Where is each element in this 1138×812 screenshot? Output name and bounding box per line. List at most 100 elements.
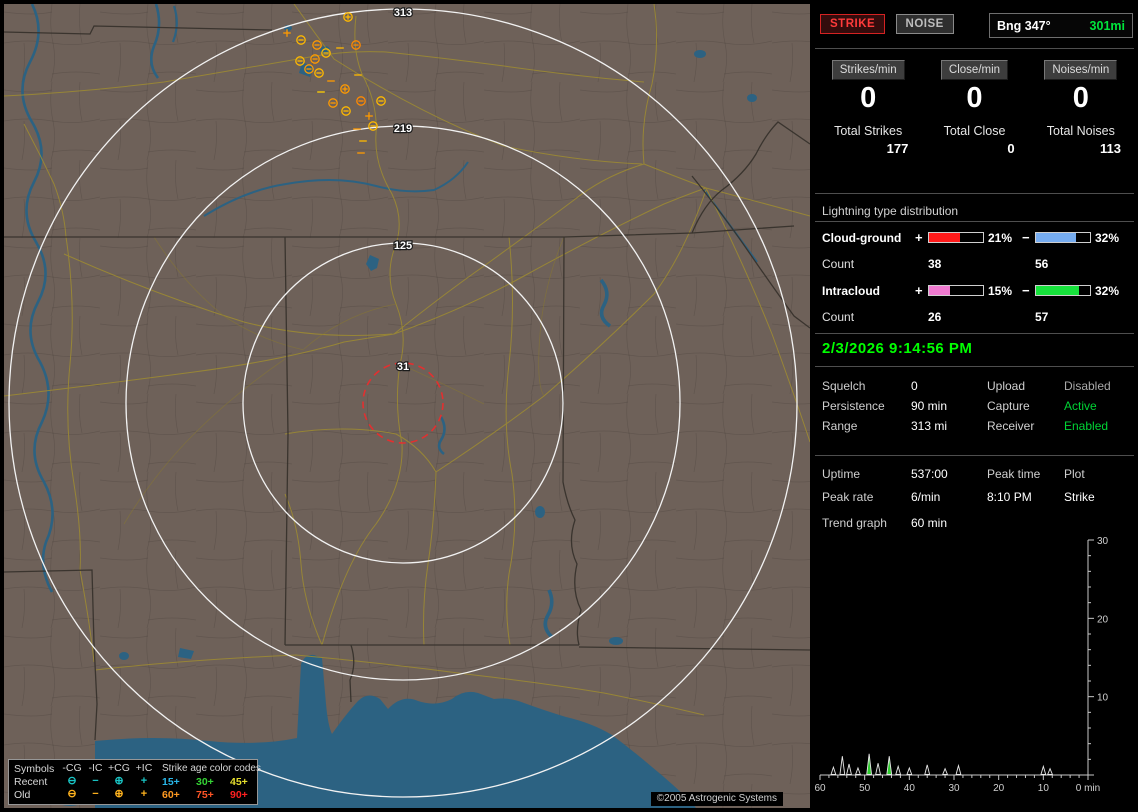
cg-negative-count: 56: [1035, 257, 1049, 271]
capture-label: Capture: [987, 399, 1030, 413]
ic-negative-percent: 32%: [1095, 283, 1120, 298]
radar-map[interactable]: 313 219 125 31 Symbols -CG -IC +CG +IC Stri…: [4, 4, 810, 808]
ic-positive-count: 26: [928, 310, 942, 324]
noises-per-min-value: 0: [1072, 82, 1089, 114]
ic-positive-bar-fill: [929, 286, 950, 295]
plus-sign: +: [915, 230, 923, 245]
legend-age-values: 60+ 75+ 90+: [156, 789, 254, 801]
trend-graph-header: Trend graph 60 min: [822, 516, 1022, 530]
trend-window-value: 60 min: [911, 516, 948, 530]
status-panel: STRIKE NOISE Bng 347° 301mi Strikes/min …: [814, 4, 1134, 808]
trend-x-tick-label: 40: [904, 783, 916, 794]
legend-age-title: Strike age color codes: [162, 763, 261, 774]
ic-positive-percent: 15%: [988, 283, 1013, 298]
cg-positive-bar-fill: [929, 233, 961, 242]
lightning-detector-app: { "header": { "strike_label": "STRIKE", …: [0, 0, 1138, 812]
peak-rate-value: 6/min: [911, 490, 941, 504]
legend-strike-symbol: +: [140, 788, 148, 800]
persistence-label: Persistence: [822, 399, 885, 413]
intracloud-row: Intracloud + 15% − 32%: [822, 278, 1131, 303]
close-per-min-button[interactable]: Close/min: [940, 60, 1009, 80]
total-close-label: Total Close: [943, 124, 1006, 138]
count-label: Count: [822, 257, 855, 271]
trend-spike: [846, 763, 852, 775]
settings-grid: Squelch 0 Upload Disabled Persistence 90…: [822, 376, 1131, 436]
symbol-legend: Symbols -CG -IC +CG +IC Strike age color…: [8, 759, 261, 805]
trend-x-tick-label: 0 min: [1076, 783, 1100, 794]
separator: [815, 221, 1134, 222]
age-code: 45+: [230, 775, 248, 788]
trend-x-tick-label: 50: [859, 783, 871, 794]
cg-negative-bar: [1035, 232, 1091, 243]
legend-row-old: Old ⊖ − ⊕ +60+ 75+ 90+: [14, 788, 254, 801]
trend-y-tick-label: 20: [1097, 614, 1109, 625]
age-code: 75+: [196, 788, 214, 801]
peak-time-label: Peak time: [987, 467, 1041, 481]
separator: [815, 366, 1134, 367]
age-code: 30+: [196, 775, 214, 788]
intracloud-count-row: Count 26 57: [822, 303, 1131, 331]
strike-mode-button[interactable]: STRIKE: [820, 14, 886, 34]
peak-rate-label: Peak rate: [822, 490, 874, 504]
range-ring-label: 219: [394, 123, 412, 135]
distance-value: 301mi: [1089, 18, 1125, 33]
trend-x-tick-label: 30: [948, 783, 960, 794]
ic-negative-count: 57: [1035, 310, 1049, 324]
legend-row-label: Old: [14, 788, 31, 801]
separator: [815, 333, 1134, 334]
legend-col-neg-ic: -IC: [88, 762, 103, 774]
noises-per-min-button[interactable]: Noises/min: [1044, 60, 1118, 80]
total-noises-value: 113: [1100, 141, 1121, 156]
rate-counters: Strikes/min 0 Total Strikes 177 Close/mi…: [815, 60, 1134, 156]
noise-mode-button[interactable]: NOISE: [895, 14, 954, 34]
trend-spike: [886, 756, 893, 775]
bearing-readout: Bng 347° 301mi: [989, 13, 1133, 38]
squelch-value: 0: [911, 379, 918, 393]
legend-strike-symbol: −: [92, 788, 99, 800]
cg-negative-percent: 32%: [1095, 230, 1120, 245]
stats-grid: Uptime 537:00 Peak time Plot Peak rate 6…: [822, 463, 1131, 509]
copyright-notice: ©2005 Astrogenic Systems: [650, 792, 783, 806]
strikes-counter: Strikes/min 0 Total Strikes 177: [815, 60, 921, 156]
range-value: 313 mi: [911, 419, 948, 433]
trend-spike: [924, 764, 931, 775]
cloud-ground-label: Cloud-ground: [822, 230, 902, 245]
separator: [815, 455, 1134, 456]
strikes-per-min-button[interactable]: Strikes/min: [831, 60, 905, 80]
ic-negative-bar-fill: [1036, 286, 1080, 295]
upload-label: Upload: [987, 379, 1026, 393]
range-ring-label: 125: [394, 240, 412, 252]
trend-graph-label: Trend graph: [822, 516, 887, 530]
trend-spike: [866, 753, 873, 775]
bearing-value: Bng 347°: [997, 18, 1051, 33]
upload-status: Disabled: [1064, 379, 1111, 393]
trend-spike: [854, 766, 862, 775]
separator: [815, 48, 1134, 49]
legend-col-pos-ic: +IC: [135, 762, 153, 774]
trend-y-tick-label: 30: [1097, 536, 1109, 547]
minus-sign: −: [1022, 283, 1030, 298]
total-strikes-label: Total Strikes: [834, 124, 903, 138]
trend-spike: [1040, 764, 1047, 775]
trend-spike: [839, 756, 846, 775]
cg-negative-bar-fill: [1036, 233, 1076, 242]
legend-strike-symbol: ⊖: [67, 788, 77, 800]
intracloud-label: Intracloud: [822, 283, 881, 298]
noises-counter: Noises/min 0 Total Noises 113: [1028, 60, 1134, 156]
trend-spike: [875, 763, 882, 775]
trend-spike: [906, 766, 913, 775]
age-code: 15+: [162, 775, 180, 788]
close-per-min-value: 0: [966, 82, 983, 114]
capture-status: Active: [1064, 399, 1097, 413]
mode-toolbar: STRIKE NOISE Bng 347° 301mi: [820, 13, 1133, 40]
trend-x-tick-label: 60: [815, 783, 826, 794]
total-close-value: 0: [1007, 141, 1015, 156]
trend-x-tick-label: 20: [993, 783, 1005, 794]
uptime-label: Uptime: [822, 467, 861, 481]
cloud-ground-row: Cloud-ground + 21% − 32%: [822, 225, 1131, 250]
plot-value: Strike: [1064, 490, 1095, 504]
receiver-label: Receiver: [987, 419, 1035, 433]
legend-col-neg-cg: -CG: [62, 762, 82, 774]
squelch-label: Squelch: [822, 379, 866, 393]
range-ring-label: 313: [394, 7, 412, 19]
